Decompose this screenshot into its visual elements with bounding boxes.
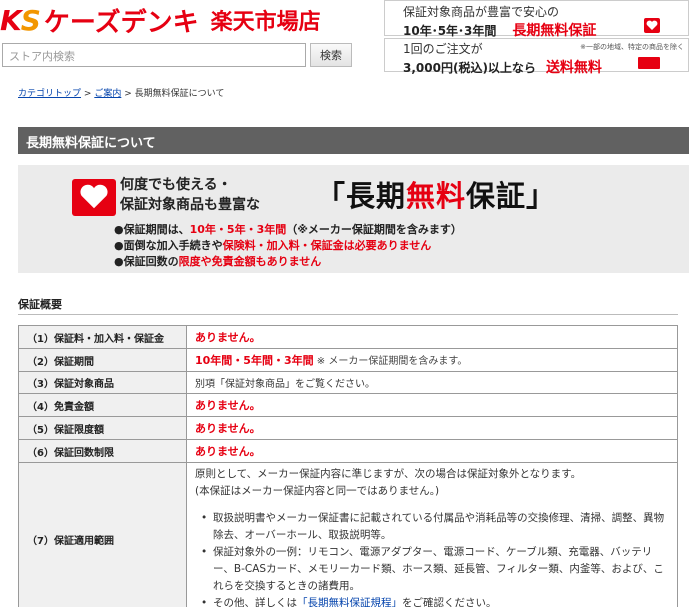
- row-label: （7）保証適用範囲: [18, 462, 187, 607]
- promo-bullets: ●保証期間は、10年・5年・3年間（※メーカー保証期間を含みます） ●面倒な加入…: [114, 222, 462, 270]
- table-row: （2）保証期間 10年間・5年間・3年間 ※ メーカー保証期間を含みます。: [18, 348, 678, 372]
- promo-bullet-period: ●保証期間は、10年・5年・3年間（※メーカー保証期間を含みます）: [114, 223, 462, 236]
- page-title: 長期無料保証について: [18, 127, 689, 154]
- row-label: （4）免責金額: [18, 393, 187, 417]
- table-row: （5）保証限度額 ありません。: [18, 416, 678, 440]
- table-row: （7）保証適用範囲 原則として、メーカー保証内容に準じますが、次の場合は保証対象…: [18, 462, 678, 607]
- row-value: ありません。: [186, 439, 678, 463]
- warranty-overview-table: （1）保証料・加入料・保証金 ありません。 （2）保証期間 10年間・5年間・3…: [18, 325, 678, 607]
- ks-logo-mark: KS: [0, 3, 41, 37]
- row-value: ありません。: [186, 393, 678, 417]
- row-value: ありません。: [186, 325, 678, 349]
- table-row: （1）保証料・加入料・保証金 ありません。: [18, 325, 678, 349]
- scope-detail: 原則として、メーカー保証内容に準じますが、次の場合は保証対象外となります。 (本…: [195, 466, 669, 607]
- shipping-banner-line2: 3,000円(税込)以上なら 送料無料: [403, 60, 602, 76]
- warranty-banner-line2: 10年･5年･3年間 長期無料保証: [403, 23, 597, 39]
- row-value: 原則として、メーカー保証内容に準じますが、次の場合は保証対象外となります。 (本…: [186, 462, 678, 607]
- row-label: （6）保証回数制限: [18, 439, 187, 463]
- row-label: （3）保証対象商品: [18, 371, 187, 394]
- row-label: （2）保証期間: [18, 348, 187, 372]
- row-value: ありません。: [186, 416, 678, 440]
- logo-shop-name: 楽天市場店: [210, 10, 321, 35]
- row-value: 10年間・5年間・3年間 ※ メーカー保証期間を含みます。: [186, 348, 678, 372]
- breadcrumb-category-top[interactable]: カテゴリトップ: [18, 89, 81, 99]
- store-search-input[interactable]: ストア内検索: [2, 43, 306, 67]
- promo-bullet-limits: ●保証回数の限度や免責金額もありません: [114, 255, 322, 268]
- heart-icon: [72, 179, 116, 216]
- table-row: （3）保証対象商品 別項「保証対象商品」をご覧ください。: [18, 371, 678, 394]
- truck-icon: [638, 57, 660, 69]
- warranty-promo: 何度でも使える・ 保証対象商品も豊富な 「長期無料保証」 ●保証期間は、10年・…: [18, 165, 689, 273]
- search-button[interactable]: 検索: [310, 43, 352, 67]
- table-row: （6）保証回数制限 ありません。: [18, 439, 678, 463]
- heart-icon: [644, 18, 660, 33]
- list-item: 取扱説明書やメーカー保証書に記載されている付属品や消耗品等の交換修理、清掃、調整…: [195, 510, 669, 544]
- row-value: 別項「保証対象商品」をご覧ください。: [186, 371, 678, 394]
- store-logo[interactable]: KS ケーズデンキ 楽天市場店: [0, 2, 380, 38]
- row-label: （5）保証限度額: [18, 416, 187, 440]
- shipping-banner-note: ※一部の地域、特定の商品を除く: [580, 43, 684, 51]
- warranty-banner[interactable]: 保証対象商品が豊富で安心の 10年･5年･3年間 長期無料保証: [384, 0, 689, 39]
- list-item: その他、詳しくは「長期無料保証規程」をご確認ください。: [195, 595, 669, 607]
- promo-tagline: 何度でも使える・ 保証対象商品も豊富な: [120, 177, 260, 213]
- row-label: （1）保証料・加入料・保証金: [18, 325, 187, 349]
- site-header: KS ケーズデンキ 楽天市場店 ストア内検索 検索 保証対象商品が豊富で安心の …: [0, 0, 689, 76]
- promo-bullet-fees: ●面倒な加入手続きや保険料・加入料・保証金は必要ありません: [114, 239, 432, 252]
- warranty-terms-link[interactable]: 「長期無料保証規程」: [297, 597, 402, 607]
- breadcrumb-guide[interactable]: ご案内: [94, 89, 121, 99]
- list-item: 保証対象外の一例：リモコン、電源アダプター、電源コード、ケーブル類、充電器、バッ…: [195, 544, 669, 595]
- logo-brand-name: ケーズデンキ: [43, 7, 199, 38]
- breadcrumb-current: 長期無料保証について: [134, 89, 225, 99]
- breadcrumb: カテゴリトップ > ご案内 > 長期無料保証について: [18, 89, 225, 99]
- divider: [18, 314, 678, 315]
- promo-headline: 「長期無料保証」: [316, 179, 557, 213]
- warranty-banner-line1: 保証対象商品が豊富で安心の: [403, 5, 560, 19]
- free-shipping-banner[interactable]: 1回のご注文が ※一部の地域、特定の商品を除く 3,000円(税込)以上なら 送料…: [384, 38, 689, 76]
- overview-heading: 保証概要: [18, 298, 62, 311]
- table-row: （4）免責金額 ありません。: [18, 393, 678, 417]
